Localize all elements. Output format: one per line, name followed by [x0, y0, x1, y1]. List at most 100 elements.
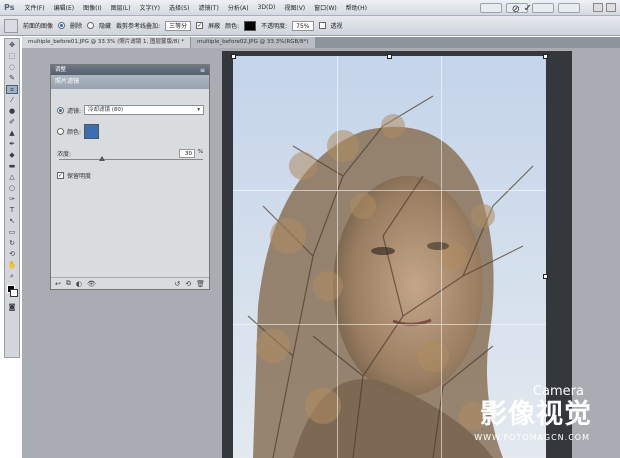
healing-tool-icon[interactable]: ● — [6, 107, 18, 116]
shield-label: 屏蔽 — [208, 23, 221, 30]
cancel-icon[interactable]: ⊘ — [512, 4, 520, 15]
density-slider-track[interactable] — [59, 159, 203, 160]
photoshop-logo: Ps — [4, 3, 15, 12]
filter-select[interactable]: 冷却滤镜 (80) ▾ — [84, 105, 205, 115]
options-bar: 前面的图像 删除 隐藏 裁剪参考线叠加: 三等分 ✓ 屏蔽 颜色: 不透明度: … — [0, 16, 620, 36]
opacity-label: 不透明度: — [261, 23, 288, 30]
panel-footer: ↩ ⧉ ◐ 👁 ↺ ⟲ 🗑 — [51, 277, 209, 289]
menu-window[interactable]: 窗口(W) — [314, 3, 337, 12]
tab-document-1[interactable]: multiple_before01.JPG @ 33.3% (照片滤镜 1, 图… — [22, 37, 190, 48]
menu-3d[interactable]: 3D(D) — [258, 4, 276, 11]
filter-color-swatch[interactable] — [84, 124, 100, 139]
density-row: 浓度: — [57, 149, 71, 158]
eraser-tool-icon[interactable]: ◆ — [6, 151, 18, 160]
minimize-button[interactable] — [593, 3, 603, 12]
filter-radio[interactable] — [57, 106, 64, 114]
close-button[interactable] — [606, 3, 616, 12]
bridge-button[interactable] — [480, 3, 502, 13]
clone-stamp-tool-icon[interactable]: ▲ — [6, 129, 18, 138]
preserve-row: ✓ 保留明度 — [57, 171, 91, 180]
color-swatches[interactable] — [5, 285, 19, 301]
adjustments-panel: 调整 ≡ 照片滤镜 滤镜: 冷却滤镜 (80) ▾ 颜色: 浓度: 30 % ✓… — [50, 64, 210, 290]
quick-select-tool-icon[interactable]: ✎ — [6, 74, 18, 83]
delete-radio-label: 删除 — [70, 23, 83, 30]
menu-type[interactable]: 文字(Y) — [140, 3, 160, 12]
lasso-tool-icon[interactable]: ◌ — [6, 63, 18, 72]
expand-view-icon[interactable]: ⧉ — [66, 279, 71, 288]
panel-menu-icon[interactable]: ≡ — [200, 66, 205, 76]
crop-guide-label: 裁剪参考线叠加: — [116, 23, 161, 30]
eyedropper-tool-icon[interactable]: ⁄ — [6, 96, 18, 105]
background-color-swatch[interactable] — [10, 289, 18, 297]
type-tool-icon[interactable]: T — [6, 206, 18, 215]
delete-icon[interactable]: 🗑 — [196, 280, 205, 288]
menu-image[interactable]: 图像(I) — [83, 3, 101, 12]
crop-tool-preset-icon[interactable] — [4, 18, 18, 33]
preserve-luminosity-checkbox[interactable]: ✓ — [57, 172, 64, 179]
crop-handle-top[interactable] — [387, 54, 392, 59]
shield-color-swatch[interactable] — [244, 20, 257, 31]
panel-header[interactable]: 调整 ≡ — [51, 65, 209, 75]
previous-state-icon[interactable]: ↺ — [174, 280, 180, 288]
perspective-label: 透视 — [330, 23, 343, 30]
arrange-button[interactable] — [532, 3, 554, 13]
preserve-luminosity-label: 保留明度 — [67, 173, 92, 180]
crop-guide-vertical-2 — [441, 56, 442, 458]
color-radio[interactable] — [57, 128, 64, 135]
opacity-field[interactable]: 75% — [292, 20, 314, 31]
tab-document-2[interactable]: multiple_before02.JPG @ 33.3%(RGB/8*) — [190, 37, 315, 48]
density-value-field[interactable]: 30 — [179, 149, 195, 158]
filter-select-value: 冷却滤镜 (80) — [88, 107, 124, 113]
shape-tool-icon[interactable]: ▭ — [6, 228, 18, 237]
delete-radio[interactable] — [58, 22, 66, 29]
shield-checkbox[interactable]: ✓ — [196, 22, 204, 29]
menu-view[interactable]: 视图(V) — [284, 3, 305, 12]
crop-tool-icon[interactable]: ⌗ — [6, 85, 18, 94]
color-row: 颜色: — [57, 124, 100, 139]
crop-guide-horizontal-2 — [233, 324, 546, 325]
pen-tool-icon[interactable]: ✑ — [6, 195, 18, 204]
path-select-tool-icon[interactable]: ↖ — [6, 217, 18, 226]
document-tabs: multiple_before01.JPG @ 33.3% (照片滤镜 1, 图… — [22, 37, 620, 48]
window-controls — [593, 3, 616, 12]
marquee-tool-icon[interactable]: ⬚ — [6, 52, 18, 61]
zoom-tool-icon[interactable]: ⌕ — [6, 272, 18, 281]
commit-icon[interactable]: ✓ — [524, 3, 532, 14]
move-tool-icon[interactable]: ✥ — [6, 41, 18, 50]
reset-icon[interactable]: ⟲ — [185, 280, 191, 288]
crop-handle-right[interactable] — [543, 274, 548, 279]
crop-handle-top-right[interactable] — [543, 54, 548, 59]
gradient-tool-icon[interactable]: ▬ — [6, 162, 18, 171]
crop-guide-select[interactable]: 三等分 — [165, 20, 192, 31]
crop-guide-horizontal-1 — [233, 190, 546, 191]
menu-edit[interactable]: 编辑(E) — [54, 3, 74, 12]
perspective-checkbox[interactable] — [318, 22, 326, 29]
density-slider-thumb[interactable] — [99, 156, 106, 161]
watermark-title: 影像视觉 — [480, 399, 592, 430]
chevron-down-icon: ▾ — [197, 107, 201, 113]
visibility-eye-icon[interactable]: 👁 — [87, 280, 96, 288]
density-unit: % — [197, 149, 203, 155]
hide-radio[interactable] — [87, 22, 95, 29]
return-to-list-icon[interactable]: ↩ — [55, 280, 61, 288]
menu-select[interactable]: 选择(S) — [169, 3, 190, 12]
brush-tool-icon[interactable]: ✐ — [6, 118, 18, 127]
menu-filter[interactable]: 滤镜(T) — [198, 3, 218, 12]
hide-radio-label: 隐藏 — [99, 23, 112, 30]
blur-tool-icon[interactable]: △ — [6, 173, 18, 182]
menu-analysis[interactable]: 分析(A) — [228, 3, 249, 12]
clip-to-layer-icon[interactable]: ◐ — [76, 280, 82, 288]
menu-layer[interactable]: 图层(L) — [111, 3, 131, 12]
history-brush-tool-icon[interactable]: ✒ — [6, 140, 18, 149]
quick-mask-icon[interactable]: ◙ — [6, 303, 18, 312]
crop-handle-top-left[interactable] — [231, 54, 236, 59]
filter-row: 滤镜: 冷却滤镜 (80) ▾ — [57, 105, 205, 115]
menu-file[interactable]: 文件(F) — [24, 3, 44, 12]
hand-tool-icon[interactable]: ✋ — [6, 261, 18, 270]
dodge-tool-icon[interactable]: ○ — [6, 184, 18, 193]
filter-label: 滤镜: — [67, 107, 82, 115]
3d-camera-tool-icon[interactable]: ⟲ — [6, 250, 18, 259]
screen-mode-button[interactable] — [558, 3, 580, 13]
3d-rotate-tool-icon[interactable]: ↻ — [6, 239, 18, 248]
menu-help[interactable]: 帮助(H) — [346, 3, 367, 12]
